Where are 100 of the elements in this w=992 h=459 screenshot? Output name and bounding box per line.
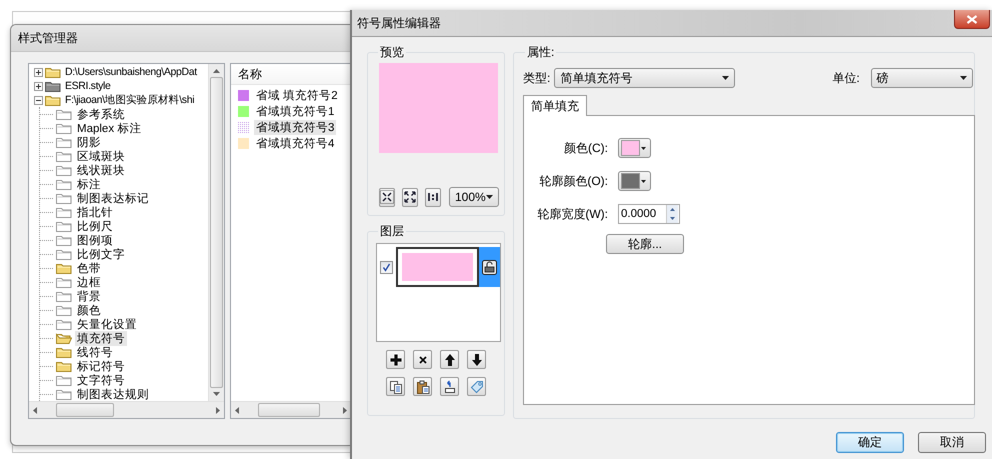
open-folder-icon — [56, 332, 72, 344]
layer-swatch[interactable] — [396, 247, 479, 287]
scroll-down-icon[interactable] — [213, 392, 220, 396]
folder-icon — [56, 318, 72, 330]
tree-item[interactable]: ESRI.style — [63, 80, 113, 92]
tree-item[interactable]: 参考系统 — [75, 106, 127, 122]
collapse-icon[interactable] — [34, 96, 43, 104]
arrows-inward-button[interactable] — [379, 188, 395, 206]
window-title: 样式管理器 — [18, 30, 78, 46]
tree-item[interactable]: 制图表达标记 — [75, 190, 151, 206]
list-item[interactable]: 省域填充符号1 — [254, 104, 336, 118]
delete-button[interactable] — [413, 350, 432, 369]
tree-item[interactable]: 阴影 — [75, 134, 103, 150]
folder-icon — [56, 346, 72, 358]
tree-item[interactable]: 区域斑块 — [75, 148, 127, 164]
folder-icon — [56, 388, 72, 400]
tree-item[interactable]: 填充符号 — [75, 330, 127, 346]
folder-icon — [56, 276, 72, 288]
field-label: 类型: — [523, 70, 550, 86]
folder-icon — [45, 66, 61, 78]
tree-item[interactable]: 比例文字 — [75, 246, 127, 262]
tab[interactable]: 简单填充 — [523, 95, 587, 116]
folder-icon — [56, 234, 72, 246]
list-item[interactable]: 省域填充符号4 — [254, 136, 336, 150]
tree-item[interactable]: 制图表达规则 — [75, 386, 151, 401]
caret-icon — [641, 180, 646, 182]
field-label: 单位: — [832, 70, 860, 86]
folder-icon — [45, 94, 61, 106]
tree-item[interactable]: 指北针 — [75, 204, 115, 220]
horizontal-scrollbar[interactable] — [231, 401, 351, 418]
caret-icon — [641, 146, 646, 150]
down-arrow-button[interactable] — [467, 350, 486, 369]
caret-icon — [722, 76, 730, 80]
layer-list[interactable] — [376, 243, 501, 342]
cancel-button[interactable]: 取消 — [918, 432, 986, 453]
layer-checkbox[interactable] — [380, 260, 393, 274]
down-arrow-icon — [470, 352, 484, 366]
tree-item[interactable]: 比例尺 — [75, 218, 115, 234]
column-header[interactable]: 名称 — [238, 66, 262, 82]
arrows-outward-icon — [403, 190, 417, 204]
tree-item[interactable]: D:\Users\sunbaisheng\AppDat — [63, 66, 199, 78]
tree-item[interactable]: 边框 — [75, 274, 103, 290]
color-picker[interactable] — [618, 138, 651, 158]
tree-item[interactable]: Maplex 标注 — [75, 120, 144, 136]
scroll-right-icon[interactable] — [216, 406, 220, 414]
copy-icon — [388, 380, 402, 394]
folder-icon — [56, 290, 72, 302]
tag-icon — [470, 380, 484, 394]
paste-icon — [416, 380, 430, 394]
scroll-left-icon[interactable] — [33, 406, 37, 414]
spin-buttons[interactable] — [666, 205, 679, 223]
tree-item[interactable]: 文字符号 — [75, 372, 127, 388]
field-label: 轮廓颜色(O): — [538, 172, 608, 190]
outline-button[interactable]: 轮廓... — [606, 234, 684, 254]
tree-item[interactable]: 标注 — [75, 176, 103, 192]
scroll-right-icon[interactable] — [343, 406, 347, 414]
plus-button[interactable] — [386, 350, 405, 369]
up-arrow-icon — [442, 352, 456, 366]
vertical-scrollbar[interactable] — [208, 64, 224, 401]
tree-item[interactable]: F:\jiaoan\地图实验原材料\shi — [63, 93, 196, 107]
tree-item[interactable]: 线状斑块 — [75, 162, 127, 178]
type-dropdown[interactable]: 简单填充符号 — [554, 68, 736, 88]
horizontal-scrollbar[interactable] — [29, 401, 224, 418]
folder-icon — [56, 262, 72, 274]
arrows-outward-button[interactable] — [402, 188, 418, 206]
scroll-up-icon[interactable] — [213, 69, 220, 73]
field-label: 轮廓宽度(W): — [536, 206, 608, 222]
copy-button[interactable] — [386, 377, 405, 396]
expand-icon[interactable] — [34, 68, 43, 76]
tree-item[interactable]: 背景 — [75, 288, 103, 304]
folder-icon — [56, 206, 72, 218]
undo-button[interactable] — [440, 377, 459, 396]
close-button[interactable] — [954, 10, 990, 29]
one-to-one-icon — [426, 190, 440, 204]
undo-icon — [442, 380, 456, 394]
folder-icon — [56, 178, 72, 190]
tag-button[interactable] — [467, 377, 486, 396]
scroll-left-icon[interactable] — [235, 406, 239, 414]
tree-item[interactable]: 颜色 — [75, 302, 103, 318]
layer-row[interactable] — [377, 247, 500, 287]
ok-button[interactable]: 确定 — [836, 432, 904, 453]
zoom-dropdown[interactable]: 100% — [449, 187, 499, 207]
window-title: 符号属性编辑器 — [357, 14, 441, 32]
tree-item[interactable]: 图例项 — [75, 232, 115, 248]
tree-item[interactable]: 矢量化设置 — [75, 316, 139, 332]
list-item[interactable]: 省域填充符号3 — [254, 120, 336, 134]
expand-icon[interactable] — [34, 82, 43, 90]
number-field[interactable]: 0.0000 — [618, 204, 680, 224]
lock-icon — [482, 260, 497, 274]
unit-dropdown[interactable]: 磅 — [870, 68, 973, 88]
tree-item[interactable]: 色带 — [75, 260, 103, 276]
folder-icon — [56, 122, 72, 134]
color-picker[interactable] — [618, 171, 651, 191]
plus-icon — [388, 352, 402, 366]
tree-item[interactable]: 线符号 — [75, 344, 115, 360]
up-arrow-button[interactable] — [440, 350, 459, 369]
list-item[interactable]: 省域 填充符号2 — [254, 88, 340, 102]
tree-item[interactable]: 标记符号 — [75, 358, 127, 374]
paste-button[interactable] — [413, 377, 432, 396]
one-to-one-button[interactable] — [425, 188, 441, 206]
